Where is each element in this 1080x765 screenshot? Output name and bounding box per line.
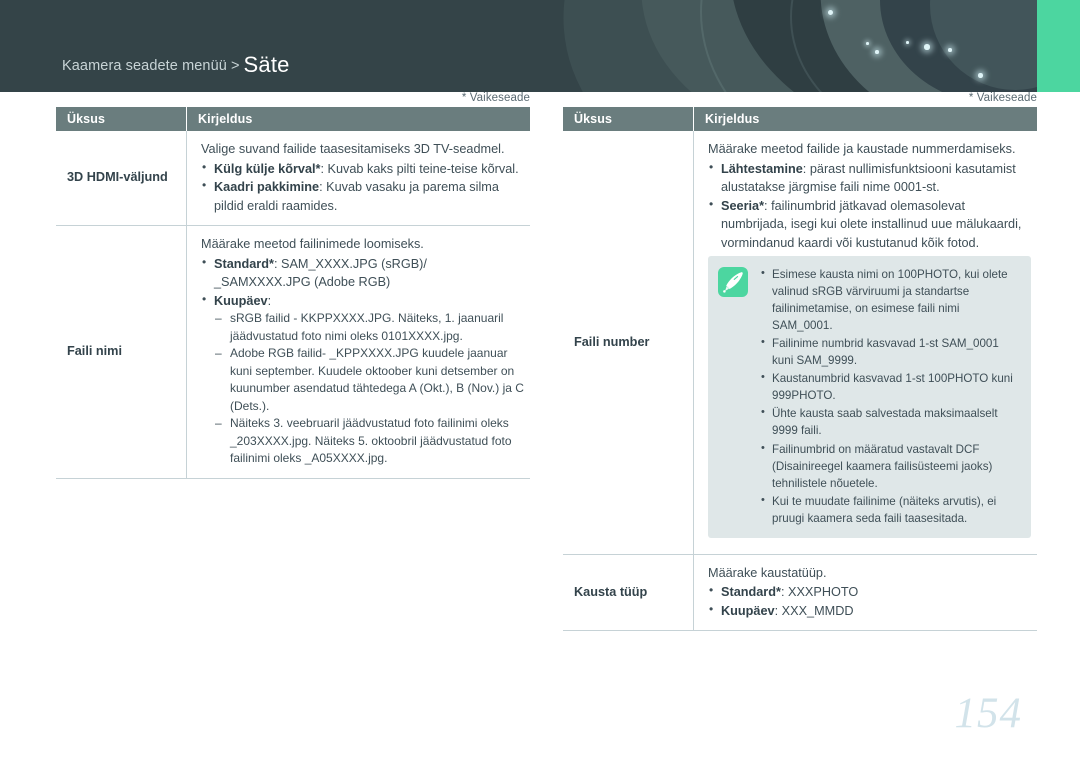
settings-table-left: Üksus Kirjeldus 3D HDMI-väljund Valige s… <box>56 107 530 479</box>
right-column: * Vaikeseade Üksus Kirjeldus Faili numbe… <box>563 92 1037 632</box>
list-item: Kui te muudate failinime (näiteks arvuti… <box>760 492 1019 527</box>
list-item: Adobe RGB failid- _KPPXXXX.JPG kuudele j… <box>214 345 524 415</box>
description-lead: Määrake meetod failinimede loomiseks. <box>201 237 424 252</box>
header-decoration-swirl-1 <box>522 0 1080 92</box>
description-bullets: Standard*: XXXPHOTO Kuupäev: XXX_MMDD <box>708 582 1031 621</box>
bullet-term: Kaadri pakkimine <box>214 180 320 195</box>
sparkle-icon <box>866 42 869 45</box>
bullet-text: : Kuvab kaks pilti teine-teise kõrval. <box>320 161 519 176</box>
table-row: 3D HDMI-väljund Valige suvand failide ta… <box>56 131 530 227</box>
list-item: Külg külje kõrval*: Kuvab kaks pilti tei… <box>201 159 524 179</box>
bullet-term: Standard* <box>214 256 274 271</box>
header-decoration-swirl-2 <box>617 0 1080 92</box>
list-item: Ühte kausta saab salvestada maksimaalsel… <box>760 404 1019 439</box>
tail-text: Näiteks 3. veebruaril jäädvustatud foto … <box>230 416 512 466</box>
sparkle-icon <box>828 10 833 15</box>
table-row: Faili nimi Määrake meetod failinimede lo… <box>56 225 530 479</box>
bullet-text: : XXX_MMDD <box>774 603 854 618</box>
default-setting-note-left: * Vaikeseade <box>461 92 530 104</box>
description-subitems: sRGB failid - KKPPXXXX.JPG. Näiteks, 1. … <box>214 310 524 468</box>
row-description: Valige suvand failide taasesitamiseks 3D… <box>186 131 530 227</box>
sparkle-icon <box>875 50 879 54</box>
row-item-label: 3D HDMI-väljund <box>56 131 187 227</box>
row-description: Määrake meetod failinimede loomiseks. St… <box>186 225 530 479</box>
row-item-label: Kausta tüüp <box>563 554 694 632</box>
table-header-row: Üksus Kirjeldus <box>56 107 530 131</box>
column-header-item: Üksus <box>56 107 187 131</box>
list-item: Standard*: XXXPHOTO <box>708 582 1031 602</box>
page-title: Säte <box>243 52 290 77</box>
bullet-text: : failinumbrid jätkavad olemasolevat num… <box>721 198 1022 250</box>
list-item: Esimese kausta nimi on 100PHOTO, kui ole… <box>760 265 1019 334</box>
row-item-label: Faili number <box>563 131 694 555</box>
bullet-term: Lähtestamine <box>721 161 803 176</box>
list-item: Kaadri pakkimine: Kuvab vasaku ja parema… <box>201 177 524 215</box>
row-description: Määrake meetod failide ja kaustade numme… <box>693 131 1037 555</box>
quill-pen-icon <box>718 267 748 298</box>
list-item-tail: Näiteks 3. veebruaril jäädvustatud foto … <box>214 415 524 468</box>
header-decoration-swirl-3 <box>716 0 1080 92</box>
description-bullets: Lähtestamine: pärast nullimisfunktsiooni… <box>708 159 1031 253</box>
note-list: Esimese kausta nimi on 100PHOTO, kui ole… <box>760 265 1019 527</box>
breadcrumb-separator: > <box>230 58 240 74</box>
list-item: Failinumbrid on määratud vastavalt DCF (… <box>760 439 1019 492</box>
list-item: Kuupäev: XXX_MMDD <box>708 601 1031 621</box>
description-bullets: Külg külje kõrval*: Kuvab kaks pilti tei… <box>201 159 524 216</box>
page-number: 154 <box>954 690 1022 737</box>
list-item: Standard*: SAM_XXXX.JPG (sRGB)/ _SAMXXXX… <box>201 254 524 292</box>
row-description: Määrake kaustatüüp. Standard*: XXXPHOTO … <box>693 554 1037 632</box>
column-header-description: Kirjeldus <box>186 107 530 131</box>
description-lead: Valige suvand failide taasesitamiseks 3D… <box>201 142 505 156</box>
note-callout-box: Esimese kausta nimi on 100PHOTO, kui ole… <box>708 256 1031 538</box>
bullet-text: : <box>267 293 272 308</box>
left-column: * Vaikeseade Üksus Kirjeldus 3D HDMI-väl… <box>56 92 530 479</box>
list-item: Kuupäev: sRGB failid - KKPPXXXX.JPG. Näi… <box>201 291 524 468</box>
bullet-text: : XXXPHOTO <box>780 585 859 600</box>
bullet-term: Standard* <box>721 585 781 600</box>
row-item-label: Faili nimi <box>56 225 187 479</box>
column-header-item: Üksus <box>563 107 694 131</box>
column-header-description: Kirjeldus <box>693 107 1037 131</box>
description-lead: Määrake kaustatüüp. <box>708 565 827 580</box>
sparkle-icon <box>906 41 909 44</box>
header-decoration-arc-1 <box>700 0 1080 92</box>
breadcrumb: Kaamera seadete menüü > Säte <box>62 52 290 78</box>
sparkle-icon <box>978 73 983 78</box>
list-item: Lähtestamine: pärast nullimisfunktsiooni… <box>708 159 1031 197</box>
table-row: Faili number Määrake meetod failide ja k… <box>563 131 1037 555</box>
sparkle-icon <box>924 44 930 50</box>
list-item: Failinime numbrid kasvavad 1-st SAM_0001… <box>760 334 1019 369</box>
header-accent-bar <box>1037 0 1080 92</box>
list-item: Seeria*: failinumbrid jätkavad olemasole… <box>708 196 1031 253</box>
description-bullets: Standard*: SAM_XXXX.JPG (sRGB)/ _SAMXXXX… <box>201 254 524 468</box>
description-lead: Määrake meetod failide ja kaustade numme… <box>708 142 1016 156</box>
list-item: sRGB failid - KKPPXXXX.JPG. Näiteks, 1. … <box>214 310 524 345</box>
settings-table-right: Üksus Kirjeldus Faili number Määrake mee… <box>563 107 1037 632</box>
default-setting-note-right: * Vaikeseade <box>968 92 1037 104</box>
bullet-term: Kuupäev <box>214 293 268 308</box>
bullet-term: Seeria* <box>721 198 765 213</box>
sparkle-icon <box>948 48 952 52</box>
table-header-row: Üksus Kirjeldus <box>563 107 1037 131</box>
bullet-term: Kuupäev <box>721 603 775 618</box>
page-header: Kaamera seadete menüü > Säte <box>0 0 1080 92</box>
bullet-term: Külg külje kõrval* <box>214 161 321 176</box>
breadcrumb-parent[interactable]: Kaamera seadete menüü <box>62 58 227 74</box>
table-row: Kausta tüüp Määrake kaustatüüp. Standard… <box>563 554 1037 632</box>
list-item: Kaustanumbrid kasvavad 1-st 100PHOTO kun… <box>760 369 1019 404</box>
page-body: * Vaikeseade Üksus Kirjeldus 3D HDMI-väl… <box>0 92 1080 765</box>
